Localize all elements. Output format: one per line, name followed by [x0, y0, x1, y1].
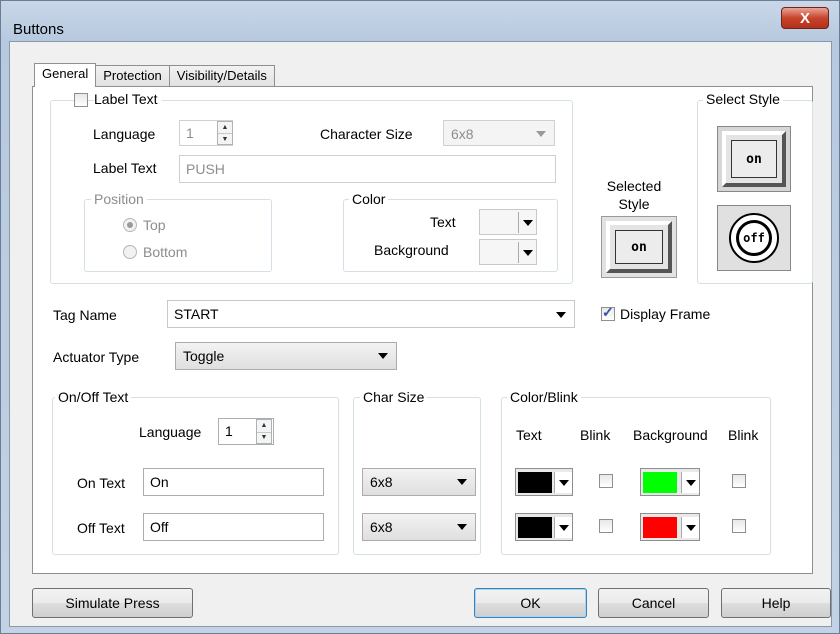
- color-blink-col-blink: Blink: [580, 427, 611, 443]
- actuator-type-value: Toggle: [183, 348, 225, 364]
- spin-down-icon[interactable]: ▼: [257, 431, 271, 444]
- on-text-color-swatch: [518, 472, 552, 493]
- position-bottom-label: Bottom: [143, 244, 188, 260]
- character-size-value: 6x8: [451, 126, 474, 142]
- spin-up-icon[interactable]: ▲: [257, 420, 271, 432]
- tag-name-select[interactable]: START: [167, 300, 575, 328]
- label-text-label: Label Text: [93, 160, 157, 176]
- off-char-size-value: 6x8: [370, 519, 393, 535]
- actuator-type-label: Actuator Type: [53, 349, 140, 365]
- chevron-down-icon: [518, 242, 536, 263]
- selected-style-preview: on: [601, 216, 677, 278]
- label-text-color-picker[interactable]: [479, 209, 537, 235]
- chevron-down-icon: [457, 524, 467, 530]
- style-option-on-label: on: [731, 140, 777, 178]
- chevron-down-icon: [378, 353, 388, 359]
- color-background-label: Background: [374, 242, 449, 258]
- color-blink-title: Color/Blink: [507, 389, 581, 405]
- on-char-size-value: 6x8: [370, 474, 393, 490]
- spin-down-icon[interactable]: ▼: [218, 133, 232, 144]
- chevron-down-icon: [518, 212, 536, 233]
- tag-name-value: START: [174, 306, 219, 322]
- on-text-field[interactable]: On: [143, 468, 324, 496]
- tab-protection[interactable]: Protection: [95, 65, 170, 87]
- tab-strip: General Protection Visibility/Details: [34, 63, 275, 87]
- onoff-language-label: Language: [139, 424, 202, 440]
- selected-style-button: on: [606, 221, 672, 273]
- on-text-blink-checkbox[interactable]: [599, 474, 613, 488]
- chevron-down-icon: [681, 472, 699, 493]
- chevron-down-icon: [554, 517, 572, 538]
- tag-name-label: Tag Name: [53, 307, 117, 323]
- position-bottom-radio[interactable]: [123, 245, 137, 259]
- chevron-down-icon: [536, 131, 546, 137]
- on-background-blink-checkbox[interactable]: [732, 474, 746, 488]
- style-option-square[interactable]: on: [717, 126, 791, 192]
- color-blink-col-text: Text: [516, 427, 542, 443]
- on-text-label: On Text: [77, 475, 125, 491]
- buttons-dialog: Buttons X General Protection Visibility/…: [0, 0, 840, 634]
- cancel-button[interactable]: Cancel: [598, 588, 709, 618]
- display-frame-checkbox[interactable]: [601, 304, 615, 321]
- color-text-label: Text: [430, 214, 456, 230]
- select-style-title: Select Style: [703, 91, 783, 107]
- off-text-blink-checkbox[interactable]: [599, 519, 613, 533]
- position-top-label: Top: [143, 217, 166, 233]
- position-group: [84, 199, 272, 272]
- color-title: Color: [349, 191, 389, 207]
- label-background-color-picker[interactable]: [479, 239, 537, 265]
- tab-general[interactable]: General: [34, 63, 97, 87]
- window-title: Buttons: [13, 21, 64, 38]
- chevron-down-icon: [556, 312, 566, 318]
- on-background-color-picker[interactable]: [640, 468, 700, 496]
- char-size-title: Char Size: [360, 389, 428, 405]
- on-text-color-picker[interactable]: [515, 468, 573, 496]
- onoff-language-spinner[interactable]: ▲ ▼: [256, 419, 272, 444]
- label-text-checkbox[interactable]: [74, 93, 88, 107]
- style-option-off-label: off: [736, 220, 772, 256]
- off-background-color-swatch: [643, 517, 677, 538]
- character-size-select[interactable]: 6x8: [443, 120, 555, 146]
- help-button[interactable]: Help: [721, 588, 831, 618]
- dialog-client: General Protection Visibility/Details La…: [9, 41, 832, 627]
- ok-button[interactable]: OK: [474, 588, 587, 618]
- close-button[interactable]: X: [781, 7, 829, 29]
- display-frame-label: Display Frame: [620, 306, 711, 322]
- character-size-label: Character Size: [320, 126, 413, 142]
- style-option-round[interactable]: off: [717, 205, 791, 271]
- title-bar: Buttons X: [1, 1, 839, 41]
- chevron-down-icon: [554, 472, 572, 493]
- on-background-color-swatch: [643, 472, 677, 493]
- color-blink-col-background: Background: [633, 427, 708, 443]
- off-background-color-picker[interactable]: [640, 513, 700, 541]
- language-spinner[interactable]: ▲ ▼: [217, 121, 233, 145]
- language-label: Language: [93, 126, 156, 142]
- close-icon: X: [799, 9, 810, 27]
- off-text-field[interactable]: Off: [143, 513, 324, 541]
- general-panel: Label Text Language 1 ▲ ▼ Character Size…: [32, 86, 813, 574]
- off-text-label: Off Text: [77, 520, 125, 536]
- off-char-size-select[interactable]: 6x8: [362, 513, 476, 541]
- style-option-square-bevel: on: [722, 131, 786, 187]
- label-text-checkbox-label: Label Text: [94, 91, 162, 107]
- position-top-radio[interactable]: [123, 218, 137, 232]
- simulate-press-button[interactable]: Simulate Press: [32, 588, 193, 618]
- off-text-color-picker[interactable]: [515, 513, 573, 541]
- chevron-down-icon: [457, 479, 467, 485]
- label-text-field[interactable]: PUSH: [179, 155, 556, 183]
- spin-up-icon[interactable]: ▲: [218, 122, 232, 133]
- selected-style-label-on: on: [615, 230, 663, 264]
- position-title: Position: [91, 191, 147, 207]
- tab-visibility-details[interactable]: Visibility/Details: [168, 65, 275, 87]
- onoff-text-title: On/Off Text: [55, 389, 132, 405]
- chevron-down-icon: [681, 517, 699, 538]
- off-background-blink-checkbox[interactable]: [732, 519, 746, 533]
- actuator-type-select[interactable]: Toggle: [175, 342, 397, 370]
- color-blink-col-blink2: Blink: [728, 427, 759, 443]
- selected-style-label: Selected Style: [606, 178, 662, 212]
- off-text-color-swatch: [518, 517, 552, 538]
- on-char-size-select[interactable]: 6x8: [362, 468, 476, 496]
